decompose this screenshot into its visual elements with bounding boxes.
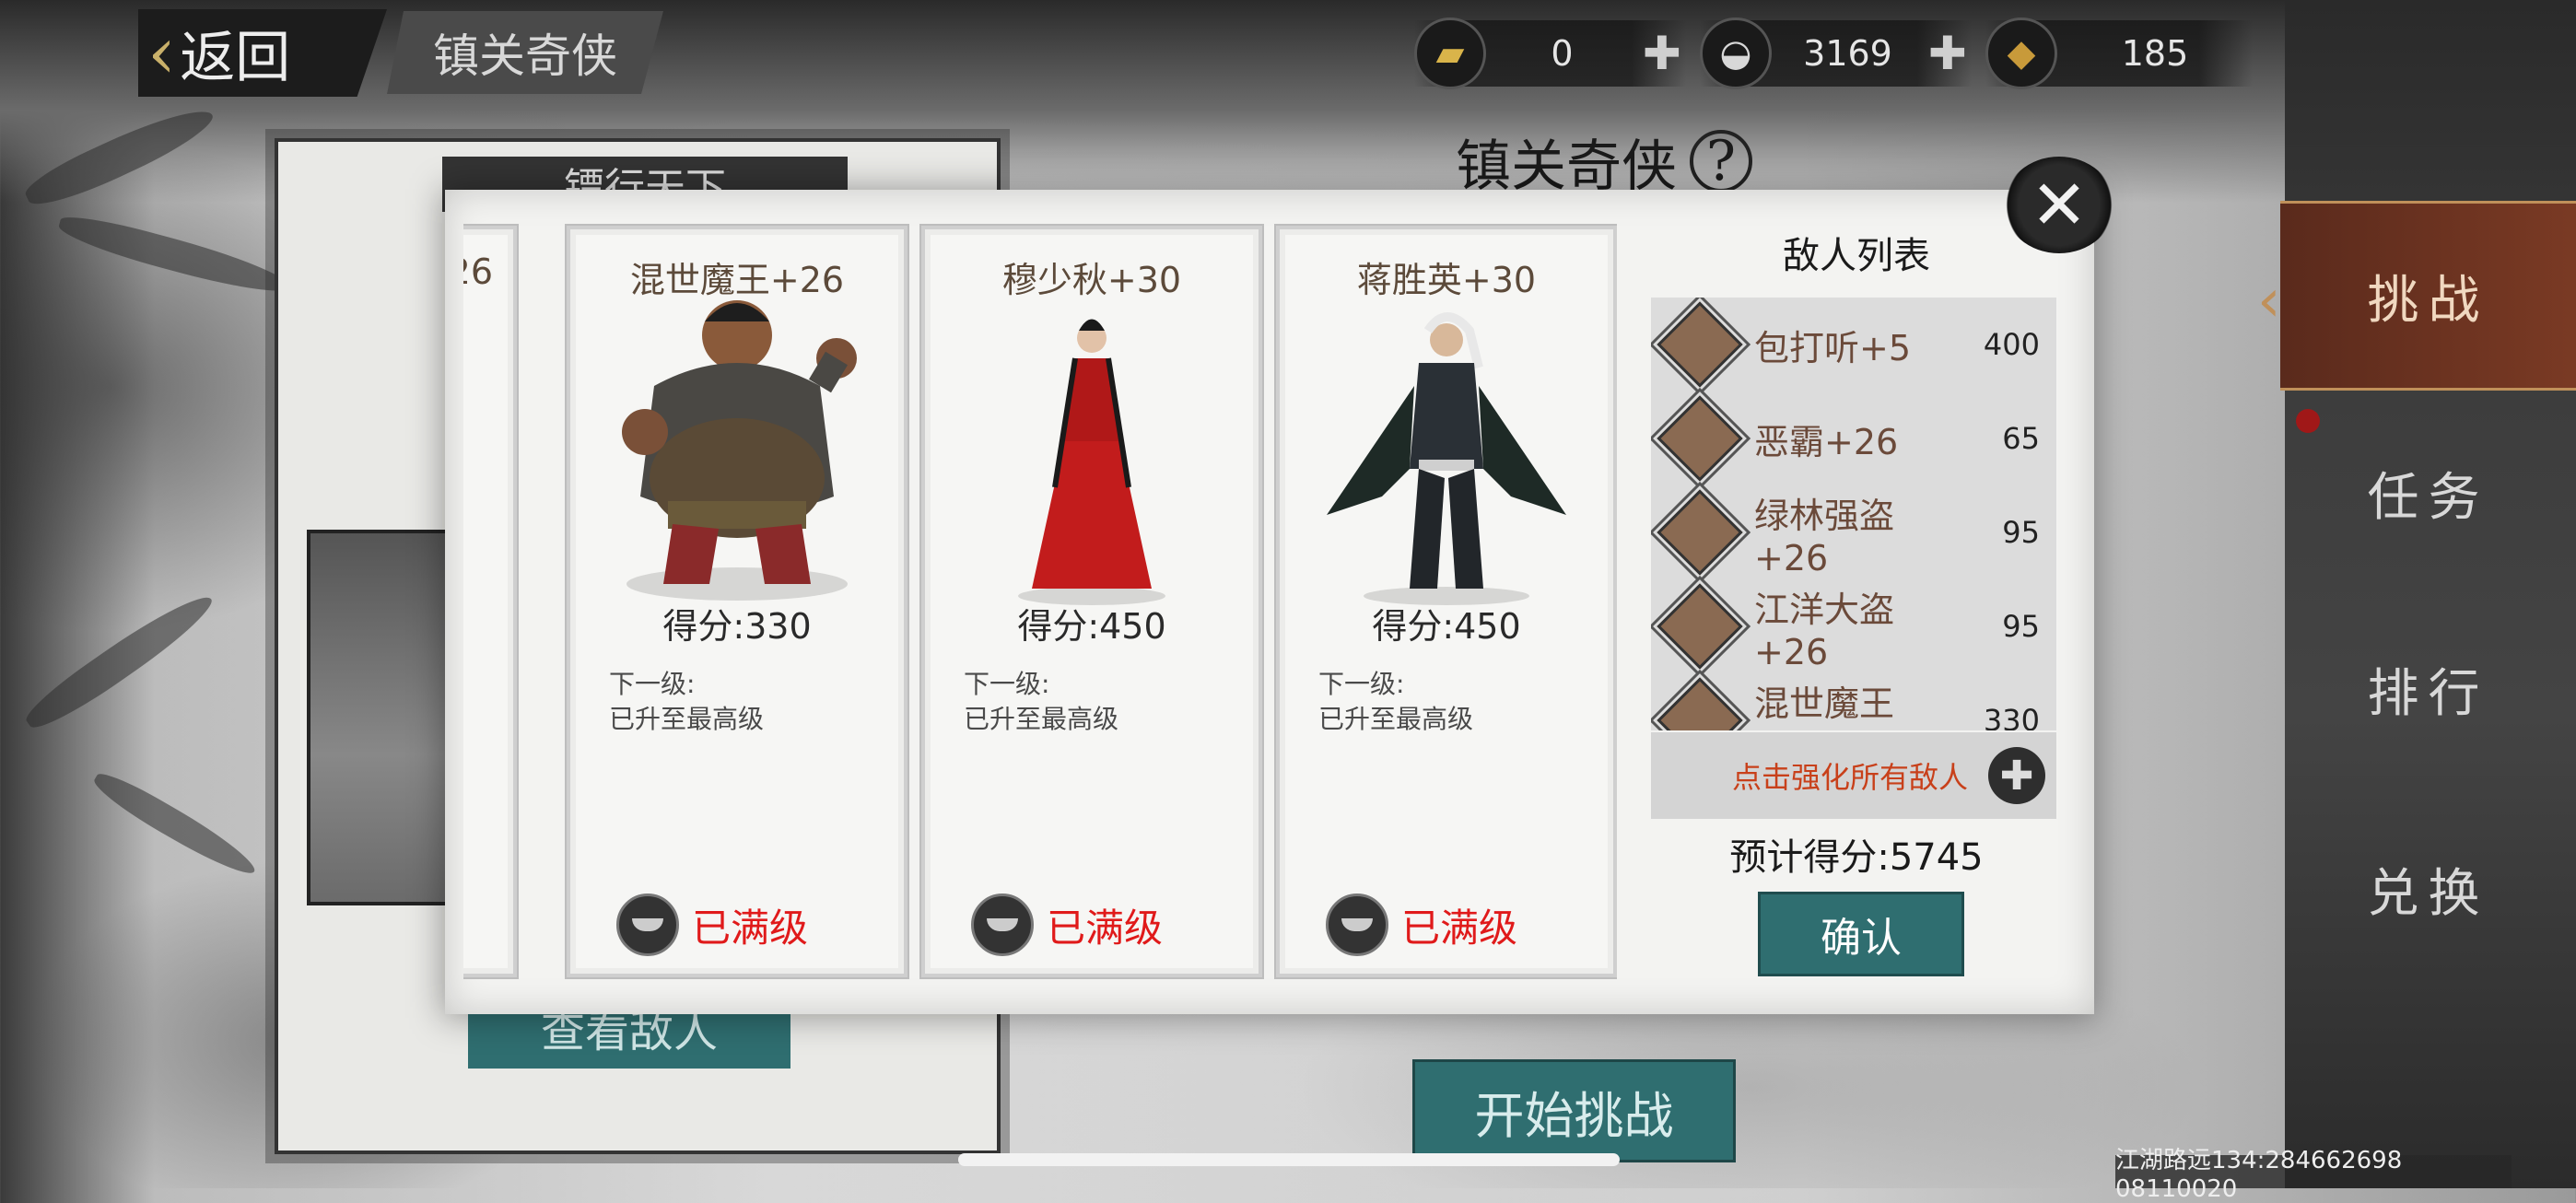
nav-tab-ranking[interactable]: 排行 [2280,597,2576,781]
enemy-avatar [1657,583,1743,670]
silver-ingot-icon [1326,893,1388,956]
card-maxed-status: 已满级 [1326,893,1517,957]
next-level-value: 已升至最高级 [609,704,765,734]
resource-gold: ▰ 0 ✚ [1414,18,1686,89]
card-next-level: 下一级: 已升至最高级 [964,667,1118,737]
silver-ingot-icon: ◒ [1700,18,1772,89]
right-nav [2285,0,2576,1188]
enemy-avatar [1657,677,1743,730]
start-challenge-button[interactable]: 开始挑战 [1412,1059,1736,1162]
card-name: 穆少秋+30 [1001,260,1182,300]
list-item[interactable]: 混世魔王+26 330 [1651,673,2056,730]
enemy-avatar [1657,395,1743,482]
card-name: 26 [463,251,493,292]
help-icon[interactable]: ? [1690,129,1752,193]
nav-tab-exchange[interactable]: 兑换 [2280,797,2576,981]
watermark: 江湖路远134:284662698 08110020 [2115,1147,2512,1203]
silver-ingot-icon [971,893,1034,956]
enemy-points: 330 [1983,703,2040,730]
silver-ingot-icon [616,893,679,956]
close-icon[interactable]: ✕ [2004,157,2114,253]
resource-token: ◆ 185 [1985,18,2253,89]
list-item[interactable]: 恶霸+26 65 [1651,391,2056,485]
next-level-label: 下一级: [1318,669,1405,699]
card-next-level: 下一级: 已升至最高级 [1318,667,1473,737]
resource-silver-value: 3169 [1803,33,1892,74]
nav-tab-task[interactable]: 任务 [2280,401,2576,585]
chevron-left-icon: ‹ [147,11,177,95]
card-maxed-status: 已满级 [616,893,808,957]
resource-silver: ◒ 3169 ✚ [1700,18,1972,89]
card-score: 得分:330 [662,606,812,647]
lady-in-red-portrait [1018,319,1165,605]
enemy-name: 江洋大盗+26 [1754,589,1895,672]
resource-gold-value: 0 [1551,33,1574,74]
enemy-list[interactable]: 包打听+5 400 恶霸+26 65 绿林强盗+26 95 江洋大盗+26 95… [1651,298,2056,730]
top-bar: ‹ 返回 镇关奇侠 ▰ 0 ✚ ◒ 3169 ✚ ◆ 185 [0,0,2285,106]
enhance-all-label: 点击强化所有敌人 [1731,760,1968,795]
enemy-points: 65 [2002,421,2040,456]
enemy-card[interactable]: 蒋胜英+30 得分:450 下一级: 已升至最高级 已满级 [1276,226,1617,977]
confirm-button[interactable]: 确认 [1758,892,1964,976]
home-indicator[interactable] [958,1153,1620,1166]
maxed-label: 已满级 [692,905,809,951]
expected-score: 预计得分:5745 [1729,836,1984,879]
next-level-value: 已升至最高级 [1318,704,1474,734]
enemy-points: 400 [1983,327,2040,362]
enemy-avatar [1657,489,1743,576]
list-item[interactable]: 包打听+5 400 [1651,298,2056,391]
next-level-label: 下一级: [964,669,1050,699]
next-level-label: 下一级: [609,669,696,699]
enemy-avatar [1657,301,1743,388]
enemy-card[interactable]: 穆少秋+30 得分:450 下一级: 已升至最高级 已满级 [921,226,1262,977]
maxed-label: 已满级 [1047,905,1164,951]
nav-tab-challenge[interactable]: 挑战 [2280,201,2576,391]
page-title: 镇关奇侠 [387,11,663,94]
card-score: 得分:450 [1017,606,1166,647]
enemy-card-partial[interactable]: 26 [463,226,517,977]
token-icon: ◆ [1985,18,2057,89]
back-label: 返回 [180,26,291,90]
enemy-list-title: 敌人列表 [1783,235,1930,277]
nav-active-arrow-icon: ‹ [2257,267,2281,335]
plus-icon[interactable]: ✚ [1988,747,2045,804]
card-maxed-status: 已满级 [971,893,1163,957]
enhance-all-button[interactable]: 点击强化所有敌人 ✚ [1651,732,2056,819]
back-button[interactable]: ‹ 返回 [138,9,387,97]
add-silver-icon[interactable]: ✚ [1924,27,1972,80]
enemy-name: 恶霸+26 [1754,421,1899,462]
swordsman-portrait [1327,312,1566,605]
enemy-points: 95 [2002,515,2040,550]
card-score: 得分:450 [1372,606,1521,647]
list-item[interactable]: 江洋大盗+26 95 [1651,579,2056,673]
enemy-name: 绿林强盗+26 [1754,495,1895,578]
enemy-name: 包打听+5 [1754,327,1912,368]
next-level-value: 已升至最高级 [964,704,1119,734]
card-next-level: 下一级: 已升至最高级 [609,667,764,737]
brute-portrait [622,300,857,601]
enemy-card[interactable]: 混世魔王+26 得分:330 下一级: 已升至最高级 已满级 [567,226,907,977]
add-gold-icon[interactable]: ✚ [1638,27,1686,80]
resource-token-value: 185 [2121,33,2189,74]
maxed-label: 已满级 [1401,905,1518,951]
card-name: 蒋胜英+30 [1356,260,1537,300]
gold-ingot-icon: ▰ [1414,18,1486,89]
enemy-name: 混世魔王+26 [1754,683,1895,731]
enemy-points: 95 [2002,609,2040,644]
enemy-card-carousel[interactable]: 26 混世魔王+26 得分:330 下一级: 已升至最高级 已满级 穆少 [463,224,1617,979]
list-item[interactable]: 绿林强盗+26 95 [1651,485,2056,579]
